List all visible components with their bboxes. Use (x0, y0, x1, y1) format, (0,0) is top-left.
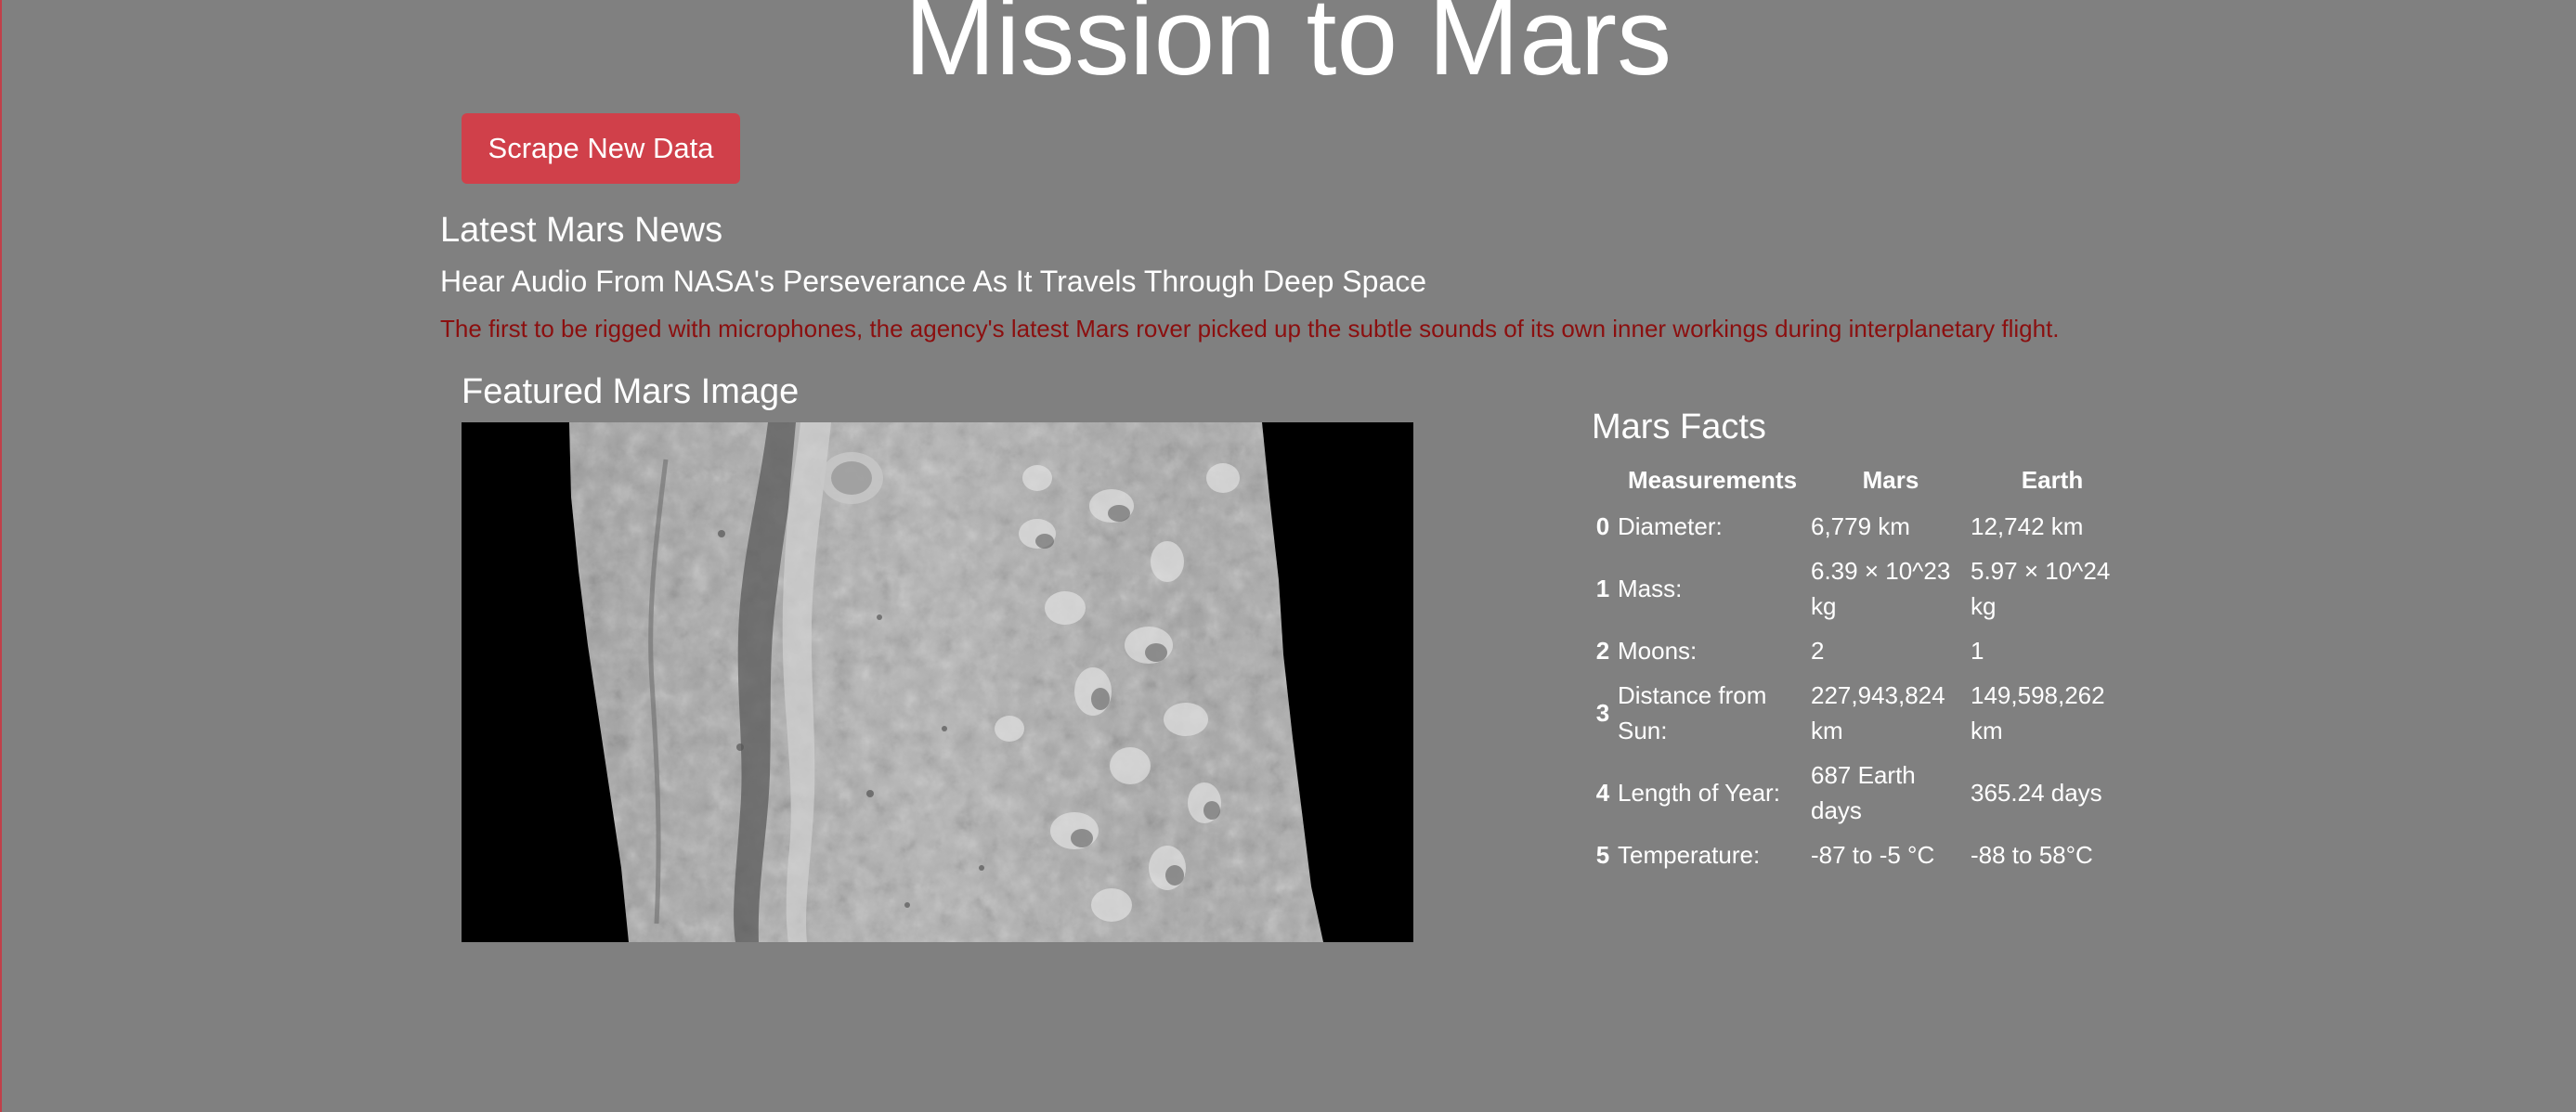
earth-value: 365.24 days (1971, 779, 2102, 807)
column-header-measurements: Measurements (1627, 466, 1798, 494)
mars-value: -87 to -5 °C (1811, 841, 1935, 869)
earth-value: 12,742 km (1971, 512, 2084, 540)
row-index: 2 (1595, 637, 1610, 665)
row-label: Diameter: (1618, 512, 1723, 540)
row-label: Temperature: (1618, 841, 1761, 869)
news-section-heading: Latest Mars News (440, 211, 723, 250)
row-index: 5 (1595, 841, 1610, 869)
mars-value: 2 (1811, 637, 1825, 665)
row-label: Moons: (1618, 637, 1698, 665)
row-index: 0 (1595, 512, 1610, 540)
earth-value: 1 (1971, 637, 1984, 665)
mars-value: 687 Earth days (1811, 761, 1916, 824)
earth-value: 5.97 × 10^24 kg (1971, 557, 2111, 620)
table-row: 3 Distance from Sun: 227,943,824 km 149,… (1592, 674, 2134, 754)
table-row: 2 Moons: 2 1 (1592, 629, 2134, 674)
table-row: 4 Length of Year: 687 Earth days 365.24 … (1592, 754, 2134, 834)
earth-value: -88 to 58°C (1971, 841, 2093, 869)
mars-facts-table: Measurements Mars Earth 0 Diameter: 6,77… (1592, 460, 2134, 878)
table-row: 5 Temperature: -87 to -5 °C -88 to 58°C (1592, 834, 2134, 878)
table-row: 0 Diameter: 6,779 km 12,742 km (1592, 505, 2134, 550)
earth-value: 149,598,262 km (1971, 681, 2105, 744)
window-edge (0, 0, 2, 1112)
mars-value: 227,943,824 km (1811, 681, 1945, 744)
mars-value: 6,779 km (1811, 512, 1910, 540)
row-label: Distance from Sun: (1618, 681, 1767, 744)
scrape-new-data-button[interactable]: Scrape New Data (462, 113, 740, 184)
row-label: Length of Year: (1618, 779, 1780, 807)
row-label: Mass: (1618, 575, 1683, 602)
featured-mars-image[interactable] (462, 422, 1413, 942)
column-header-index (1592, 460, 1614, 505)
featured-image-heading: Featured Mars Image (462, 372, 800, 411)
mars-value: 6.39 × 10^23 kg (1811, 557, 1951, 620)
facts-header-row: Measurements Mars Earth (1592, 460, 2134, 505)
column-header-earth: Earth (2021, 466, 2084, 494)
page-title: Mission to Mars (904, 0, 1672, 98)
row-index: 1 (1595, 575, 1610, 602)
news-title: Hear Audio From NASA's Perseverance As I… (440, 265, 1427, 298)
mars-facts-heading: Mars Facts (1592, 407, 1766, 446)
mars-surface-picture (462, 422, 1413, 942)
column-header-mars: Mars (1862, 466, 1919, 494)
row-index: 3 (1595, 699, 1610, 727)
news-teaser: The first to be rigged with microphones,… (440, 315, 2060, 343)
row-index: 4 (1595, 779, 1610, 807)
table-row: 1 Mass: 6.39 × 10^23 kg 5.97 × 10^24 kg (1592, 550, 2134, 629)
